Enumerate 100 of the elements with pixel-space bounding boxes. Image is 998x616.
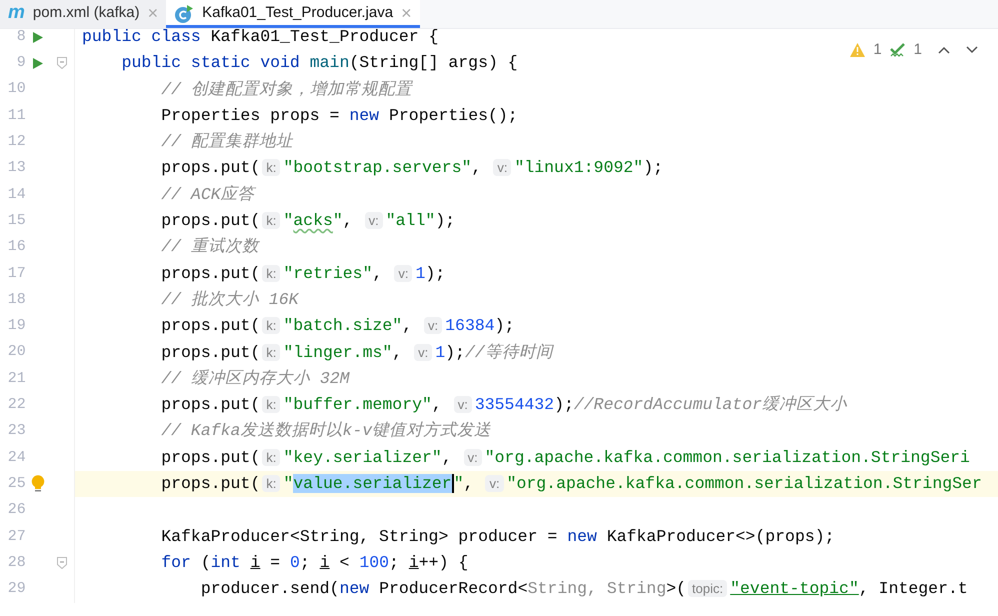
code-text: = <box>270 552 282 572</box>
string-literal: "linger.ms" <box>283 342 392 362</box>
string-literal: acks <box>293 211 333 230</box>
parameter-hint: k: <box>262 396 280 414</box>
code-text: ProducerRecord< <box>379 579 528 598</box>
string-literal: "org.apache.kafka.common.serialization.StringSer <box>506 474 982 494</box>
parameter-hint: k: <box>262 317 280 334</box>
editor-tab[interactable]: m pom.xml (kafka) × <box>0 0 166 28</box>
check-icon[interactable] <box>890 42 906 58</box>
code-text: , Integer.t <box>858 579 968 598</box>
parameter-hint: k: <box>262 448 280 466</box>
type-argument: String, String <box>528 579 666 598</box>
string-literal: "org.apache.kafka.common.serialization.StringSeri <box>484 448 970 467</box>
number-literal: 1 <box>415 264 426 283</box>
code-text: , <box>432 395 443 414</box>
code-comment: // 配置集群地址 <box>161 132 293 152</box>
string-literal: "batch.size" <box>283 316 402 336</box>
number-literal: 16384 <box>445 316 495 336</box>
code-text: , <box>464 474 475 494</box>
string-literal: "key.serializer" <box>283 448 442 467</box>
fold-icon[interactable] <box>56 557 67 570</box>
parameter-hint: k: <box>262 475 280 492</box>
chevron-down-icon[interactable] <box>966 46 978 54</box>
code-text: ; <box>389 552 400 572</box>
lightbulb-icon[interactable] <box>30 475 45 494</box>
string-literal: " <box>283 211 294 230</box>
chevron-up-icon[interactable] <box>938 46 950 54</box>
code-comment: // Kafka发送数据时以k-v键值对方式发送 <box>161 421 492 440</box>
weak-warning-count: 1 <box>914 40 922 60</box>
number-literal: 0 <box>290 552 300 572</box>
line-number: 19 <box>6 316 26 336</box>
code-text: , <box>392 342 404 362</box>
code-comment: // 创建配置对象，增加常规配置 <box>161 80 412 99</box>
line-number: 18 <box>6 290 26 310</box>
code-text: ( <box>200 552 211 572</box>
string-literal: "bootstrap.servers" <box>283 158 472 178</box>
parameter-hint: v: <box>414 344 432 361</box>
line-number: 20 <box>6 342 26 362</box>
line-number: 25 <box>6 474 26 494</box>
code-text: >( <box>666 579 686 598</box>
code-text: ); <box>435 211 456 230</box>
code-text: props.put( <box>161 211 260 230</box>
loop-variable: i <box>250 552 260 572</box>
code-comment: // 缓冲区内存大小 32M <box>161 368 350 388</box>
method-name: main <box>310 53 350 72</box>
line-number: 29 <box>6 579 26 600</box>
code-comment: //等待时间 <box>464 342 553 362</box>
fold-icon[interactable] <box>56 57 67 70</box>
keyword: public static void <box>122 53 301 72</box>
run-icon[interactable] <box>32 58 43 69</box>
code-text: props.put( <box>161 342 260 362</box>
code-comment: // 重试次数 <box>161 237 259 256</box>
line-number: 28 <box>6 552 26 573</box>
line-number: 12 <box>6 132 26 152</box>
line-number: 10 <box>6 79 26 100</box>
parameter-hint: v: <box>424 317 442 334</box>
selected-text: value.serializer <box>293 474 454 494</box>
string-literal: "linux1:9092" <box>514 158 644 178</box>
parameter-hint: v: <box>454 396 472 414</box>
line-number: 14 <box>6 184 26 205</box>
code-text: , <box>372 264 384 283</box>
keyword: public class <box>82 29 202 46</box>
keyword: for <box>161 552 191 572</box>
parameter-hint: v: <box>364 212 383 230</box>
code-text: ); <box>425 264 446 283</box>
string-literal[interactable]: "event-topic" <box>730 579 859 598</box>
parameter-hint: k: <box>262 159 280 176</box>
line-number: 21 <box>6 368 26 389</box>
code-text: props.put( <box>161 474 260 494</box>
parameter-hint: v: <box>493 159 512 176</box>
code-text: ); <box>643 158 663 178</box>
code-text: props.put( <box>161 395 260 414</box>
code-text: < <box>340 552 350 572</box>
line-number: 22 <box>6 395 26 416</box>
code-text: ++) { <box>418 552 468 572</box>
code-comment: // ACK应答 <box>161 184 255 204</box>
number-literal: 33554432 <box>474 395 554 414</box>
line-number: 8 <box>16 29 26 47</box>
string-literal: " <box>283 474 294 494</box>
run-icon[interactable] <box>32 32 43 43</box>
line-number: 9 <box>16 53 26 74</box>
line-number: 23 <box>6 421 26 442</box>
parameter-hint: v: <box>485 475 504 492</box>
line-number: 11 <box>6 106 26 126</box>
string-literal: " <box>332 211 343 230</box>
string-literal: " <box>454 474 464 494</box>
line-number: 17 <box>6 264 26 284</box>
line-number: 15 <box>6 210 26 231</box>
string-literal: "retries" <box>283 264 372 283</box>
code-text: ); <box>554 395 574 414</box>
code-text: ); <box>494 316 514 336</box>
keyword: int <box>210 552 242 572</box>
line-number: 13 <box>6 158 26 178</box>
code-text: props.put( <box>161 158 260 178</box>
editor-tab[interactable]: Kafka01_Test_Producer.java × <box>166 0 420 28</box>
code-text: props.put( <box>161 316 260 336</box>
code-text: , <box>442 448 453 467</box>
code-text: Properties(); <box>388 106 518 125</box>
line-number: 24 <box>6 448 26 468</box>
keyword: new <box>567 526 597 546</box>
